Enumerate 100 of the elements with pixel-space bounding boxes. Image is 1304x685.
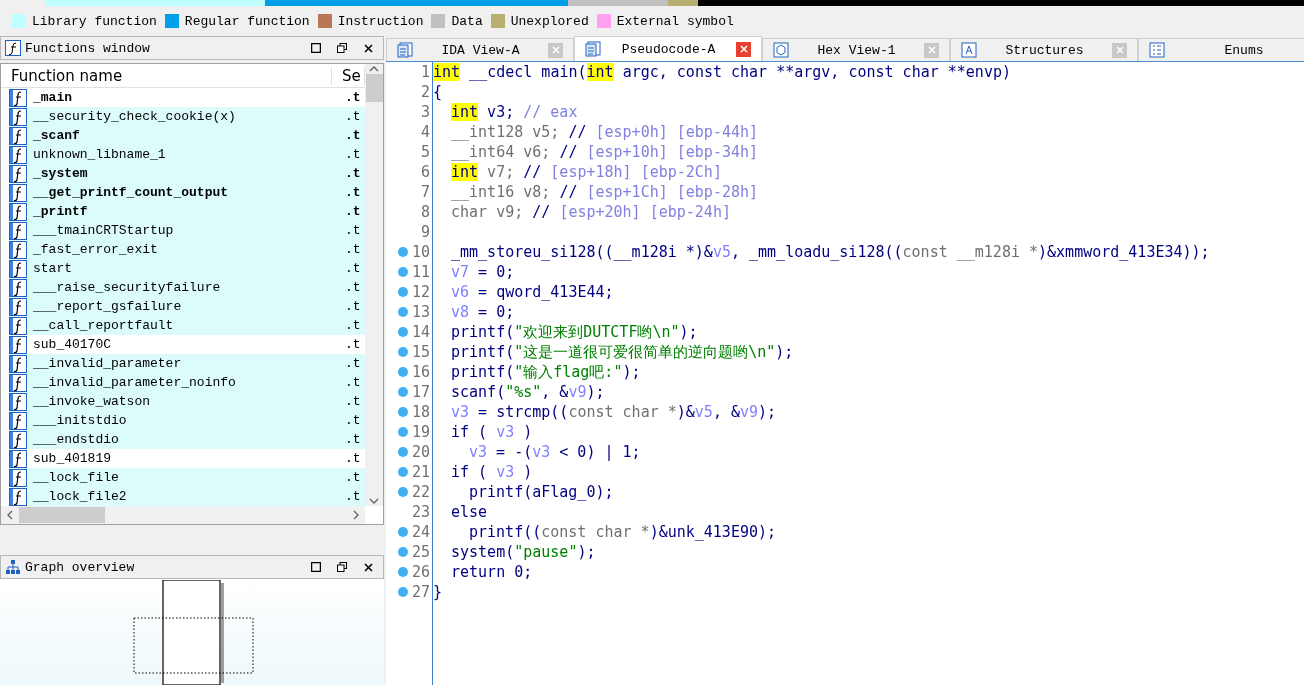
tab[interactable]: Enums — [1138, 38, 1304, 61]
breakpoint-dot[interactable] — [397, 347, 408, 357]
function-row[interactable]: __call_reportfault .t — [9, 316, 365, 335]
function-row[interactable]: unknown_libname_1 .t — [9, 145, 365, 164]
maximize-icon — [311, 43, 321, 53]
tab[interactable]: IDA View-A — [386, 38, 574, 61]
function-row[interactable]: ___raise_securityfailure .t — [9, 278, 365, 297]
function-name: _main — [33, 90, 73, 105]
column-header[interactable]: Function name — [1, 66, 332, 85]
line-number: 8 — [420, 203, 430, 221]
breakpoint-dot[interactable] — [397, 527, 408, 537]
breakpoint-dot[interactable] — [397, 267, 408, 277]
close-icon — [363, 562, 373, 572]
tab-close-button[interactable] — [548, 42, 563, 58]
line-number: 9 — [420, 223, 430, 241]
code-line: return 0; — [450, 562, 534, 582]
code-line: printf(aFlag_0); — [468, 482, 615, 502]
function-row[interactable]: ___initstdio .t — [9, 411, 365, 430]
function-name: sub_40170C — [33, 337, 112, 352]
line-number: 20 — [411, 443, 430, 461]
line-number: 19 — [411, 423, 430, 441]
function-icon — [9, 316, 27, 335]
breakpoint-dot[interactable] — [397, 367, 408, 377]
breakpoint-dot[interactable] — [397, 387, 408, 397]
tab-close-button[interactable] — [1112, 42, 1127, 58]
breakpoint-dot[interactable] — [397, 407, 408, 417]
line-number: 22 — [411, 483, 430, 501]
breakpoint-dot[interactable] — [397, 307, 408, 317]
scroll-right-icon[interactable] — [351, 510, 361, 520]
function-row[interactable]: __security_check_cookie(x) .t — [9, 107, 365, 126]
code-line: printf("输入flag吧:"); — [450, 362, 642, 382]
float-icon — [337, 43, 347, 53]
maximize-icon — [311, 562, 321, 572]
close-icon — [363, 43, 373, 53]
function-icon — [9, 468, 27, 487]
function-icon — [5, 40, 21, 56]
scrollbar-thumb[interactable] — [19, 507, 105, 523]
breakpoint-dot[interactable] — [397, 587, 408, 597]
scroll-down-icon[interactable] — [369, 496, 379, 506]
function-name: ___initstdio — [33, 413, 128, 428]
function-row[interactable]: __lock_file2 .t — [9, 487, 365, 506]
function-icon — [9, 354, 27, 373]
breakpoint-dot[interactable] — [397, 287, 408, 297]
scroll-left-icon[interactable] — [5, 510, 15, 520]
code-line: else — [450, 502, 489, 522]
segment-name: .t — [345, 261, 362, 276]
tab-close-button[interactable] — [924, 42, 939, 58]
code-line: scanf("%s", &v9); — [450, 382, 606, 402]
function-row[interactable]: _system .t — [9, 164, 365, 183]
line-number: 5 — [420, 143, 430, 161]
line-number: 12 — [411, 283, 430, 301]
breakpoint-dot[interactable] — [397, 247, 408, 257]
legend-label: Library function — [32, 13, 157, 29]
segment-name: .t — [345, 147, 362, 162]
function-name: __lock_file2 — [33, 489, 128, 504]
close-icon — [927, 46, 936, 54]
function-row[interactable]: __lock_file .t — [9, 468, 365, 487]
tab[interactable]: Structures — [950, 38, 1138, 61]
function-row[interactable]: ___report_gsfailure .t — [9, 297, 365, 316]
segment-name: .t — [345, 204, 362, 219]
function-row[interactable]: __invoke_watson .t — [9, 392, 365, 411]
legend-label: Data — [451, 13, 483, 29]
breakpoint-dot[interactable] — [397, 327, 408, 337]
function-name: _printf — [33, 204, 89, 219]
code-line: if ( v3 ) — [450, 462, 534, 482]
function-icon — [9, 126, 27, 145]
function-row[interactable]: start .t — [9, 259, 365, 278]
segment-name: .t — [345, 242, 362, 257]
horizontal-scrollbar[interactable] — [1, 506, 365, 524]
tab[interactable]: Pseudocode-A — [574, 36, 762, 61]
function-row[interactable]: _fast_error_exit .t — [9, 240, 365, 259]
function-name: _scanf — [33, 128, 81, 143]
function-row[interactable]: ___endstdio .t — [9, 430, 365, 449]
tab-close-button[interactable] — [736, 41, 751, 57]
close-icon — [739, 45, 748, 53]
tab[interactable]: Hex View-1 — [762, 38, 950, 61]
function-row[interactable]: _printf .t — [9, 202, 365, 221]
breakpoint-dot[interactable] — [397, 547, 408, 557]
scroll-up-icon[interactable] — [369, 64, 379, 74]
code-line: printf("欢迎来到DUTCTF哟\n"); — [450, 322, 699, 342]
segment-name: .t — [345, 128, 362, 143]
vertical-scrollbar[interactable] — [365, 64, 383, 506]
function-icon — [9, 221, 27, 240]
breakpoint-dot[interactable] — [397, 467, 408, 477]
function-row[interactable]: __invalid_parameter .t — [9, 354, 365, 373]
breakpoint-dot[interactable] — [397, 447, 408, 457]
breakpoint-dot[interactable] — [397, 487, 408, 497]
code-line: _mm_storeu_si128((__m128i *)&v5, _mm_loadu_si128((const __m128i *)&xmmword_413E34)); — [450, 242, 1211, 262]
function-row[interactable]: __get_printf_count_output .t — [9, 183, 365, 202]
segment-name: .t — [345, 166, 362, 181]
line-number: 27 — [411, 583, 430, 601]
function-row[interactable]: _scanf .t — [9, 126, 365, 145]
breakpoint-dot[interactable] — [397, 427, 408, 437]
scrollbar-thumb[interactable] — [365, 74, 383, 102]
function-icon — [9, 202, 27, 221]
function-row[interactable]: __invalid_parameter_noinfo .t — [9, 373, 365, 392]
breakpoint-dot[interactable] — [397, 567, 408, 577]
function-row[interactable]: ___tmainCRTStartup .t — [9, 221, 365, 240]
line-number: 23 — [411, 503, 430, 521]
function-name: unknown_libname_1 — [33, 147, 167, 162]
